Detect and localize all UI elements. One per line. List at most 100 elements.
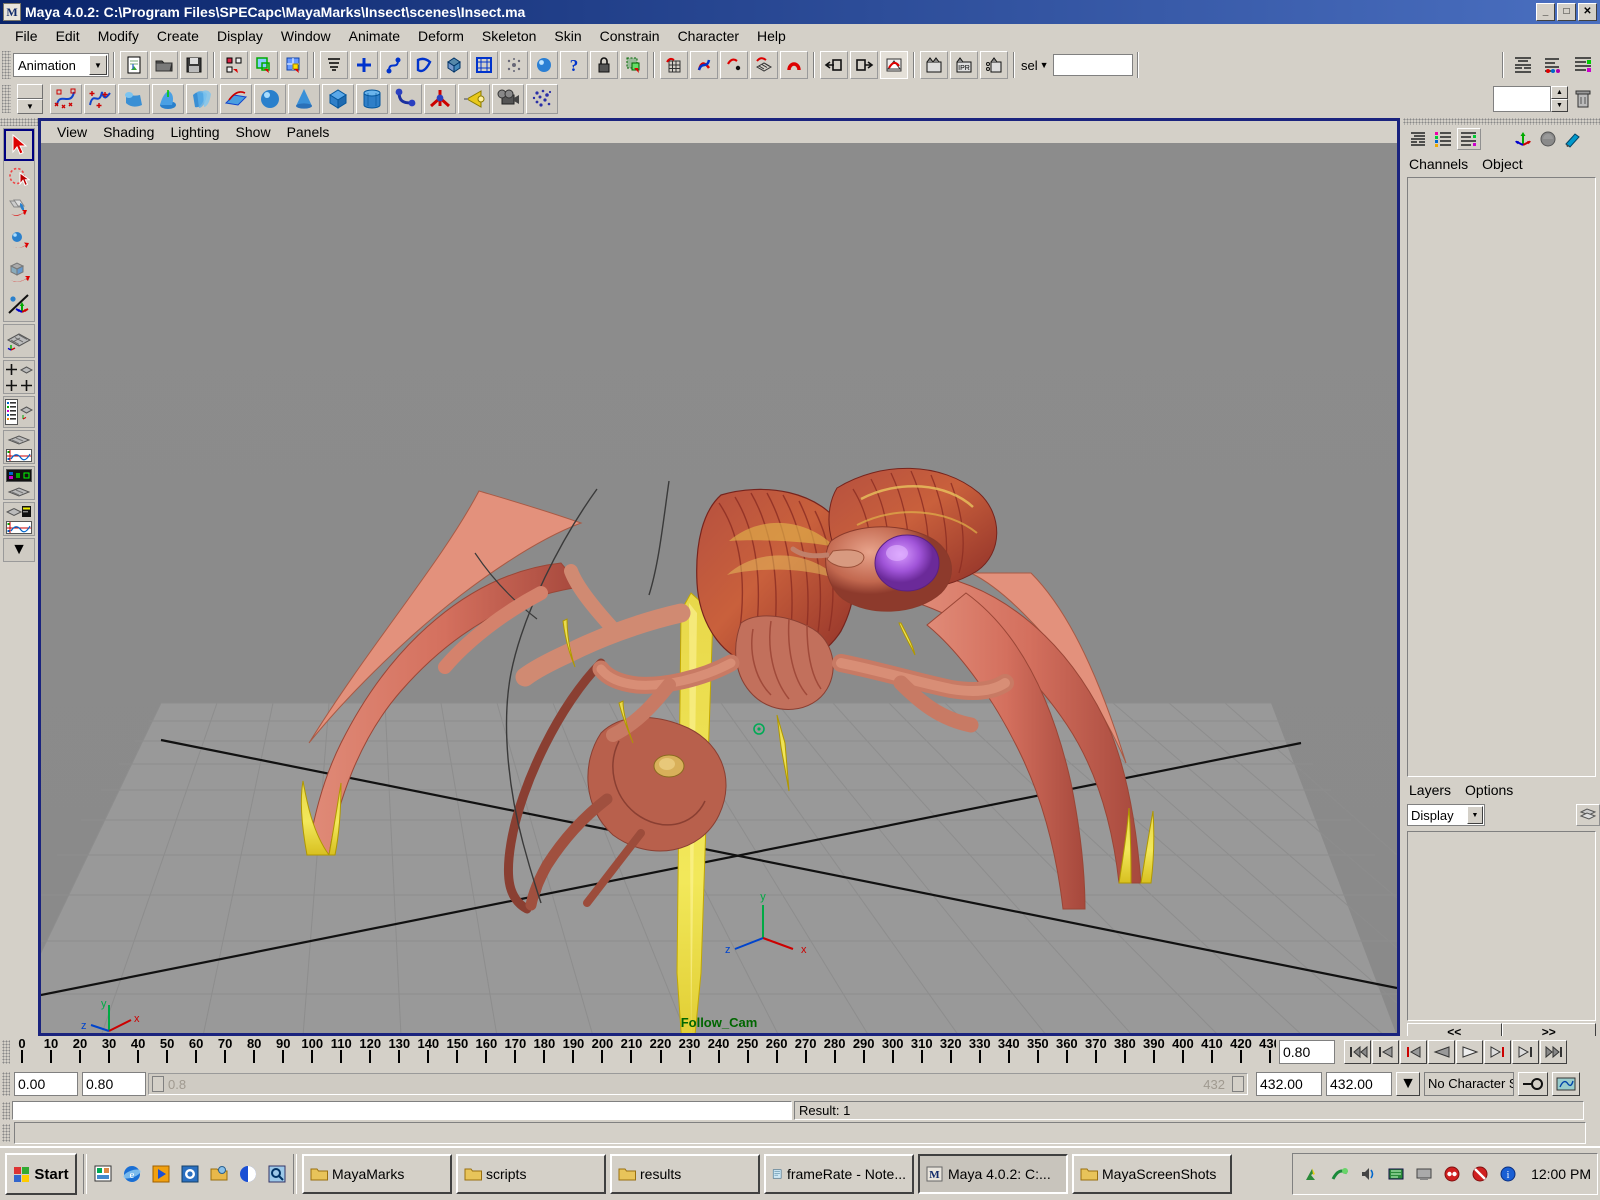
single-perspective-layout[interactable] <box>4 325 34 357</box>
chevron-down-icon[interactable]: ▼ <box>4 539 34 561</box>
lock-icon[interactable] <box>590 51 618 79</box>
tray-f-icon[interactable] <box>1439 1161 1465 1187</box>
shelf-gripper[interactable] <box>2 85 11 113</box>
internet-explorer-icon[interactable]: e <box>119 1161 145 1187</box>
anim-start-field[interactable]: 0.00 <box>14 1072 78 1096</box>
viewport-3d[interactable]: y x z y x z Follow_Cam <box>41 143 1397 1033</box>
explorer-icon[interactable] <box>206 1161 232 1187</box>
shelf-menu-icon[interactable]: ▼ <box>17 99 43 114</box>
channel-tab-object[interactable]: Object <box>1482 156 1522 172</box>
nurbs-ep-curve-icon[interactable] <box>84 84 116 114</box>
range-start-handle[interactable] <box>152 1076 164 1092</box>
tray-g-icon[interactable] <box>1467 1161 1493 1187</box>
menu-item-skeleton[interactable]: Skeleton <box>473 26 545 46</box>
toolbox-layout-single[interactable] <box>3 324 35 358</box>
nurbs-cone-icon[interactable] <box>288 84 320 114</box>
task-button-mayascreenshots[interactable]: MayaScreenShots <box>1072 1154 1232 1194</box>
no-manipulator-icon[interactable] <box>1536 128 1560 150</box>
tray-c-icon[interactable] <box>1355 1161 1381 1187</box>
help-question-icon[interactable]: ? <box>560 51 588 79</box>
menuset-selector[interactable]: Animation ▼ <box>13 53 109 77</box>
layer-tab-layers[interactable]: Layers <box>1409 782 1451 798</box>
extrude-icon[interactable] <box>186 84 218 114</box>
layer-mode-selector[interactable]: Display ▼ <box>1407 804 1485 826</box>
task-button-maya[interactable]: M Maya 4.0.2: C:... <box>918 1154 1068 1194</box>
outlook-icon[interactable] <box>177 1161 203 1187</box>
snap-to-curves-icon[interactable] <box>690 51 718 79</box>
particle-emitter-icon[interactable] <box>526 84 558 114</box>
trash-icon[interactable] <box>1569 85 1597 113</box>
channel-tab-channels[interactable]: Channels <box>1409 156 1468 172</box>
time-slider-ruler[interactable]: 0102030405060708090100110120130140150160… <box>14 1036 1276 1068</box>
start-button[interactable]: Start <box>5 1153 77 1195</box>
tray-h-icon[interactable]: i <box>1495 1161 1521 1187</box>
menu-item-animate[interactable]: Animate <box>340 26 409 46</box>
four-view-top-right-icon[interactable] <box>19 361 34 377</box>
toolbox-layout-persp-outliner-graph[interactable] <box>3 502 35 536</box>
right-panel-gripper[interactable] <box>1403 118 1600 125</box>
input-connections-icon[interactable] <box>820 51 848 79</box>
attribute-editor-icon[interactable] <box>1432 128 1456 150</box>
play-forwards-icon[interactable] <box>1456 1040 1483 1064</box>
current-time-field[interactable]: 0.80 <box>1279 1040 1335 1064</box>
go-to-start-icon[interactable] <box>1344 1040 1371 1064</box>
command-line-gripper[interactable] <box>2 1102 10 1120</box>
character-set-dropdown-icon[interactable]: ▼ <box>1396 1072 1420 1096</box>
toolbox-layout-persp-graph[interactable] <box>3 430 35 464</box>
menu-item-deform[interactable]: Deform <box>409 26 473 46</box>
maximize-button[interactable]: □ <box>1557 3 1576 21</box>
snap-to-magnet-icon[interactable] <box>780 51 808 79</box>
playback-end-field[interactable]: 432.00 <box>1326 1072 1392 1096</box>
move-tool[interactable] <box>4 193 34 225</box>
poly-cube-icon[interactable] <box>322 84 354 114</box>
anim-end-field[interactable]: 0.80 <box>82 1072 146 1096</box>
range-end-handle[interactable] <box>1232 1076 1244 1092</box>
menu-item-constrain[interactable]: Constrain <box>591 26 669 46</box>
show-manipulator-icon[interactable] <box>1511 128 1535 150</box>
camera-icon[interactable] <box>492 84 524 114</box>
viewport-menu-show[interactable]: Show <box>228 123 279 141</box>
isolate-select-icon[interactable] <box>440 51 468 79</box>
render-globals-icon[interactable] <box>980 51 1008 79</box>
viewport-menu-view[interactable]: View <box>49 123 95 141</box>
universal-manipulator-tool[interactable] <box>4 289 34 321</box>
shelf-value-field[interactable] <box>1493 86 1551 112</box>
poly-cylinder-icon[interactable] <box>356 84 388 114</box>
toolbar-gripper[interactable] <box>2 51 11 79</box>
search-icon[interactable] <box>264 1161 290 1187</box>
task-button-framerate-notepad[interactable]: frameRate - Note... <box>764 1154 914 1194</box>
scale-tool[interactable] <box>4 257 34 289</box>
persp-bottom-icon[interactable] <box>4 483 34 499</box>
four-view-bottom-right-icon[interactable] <box>19 377 34 393</box>
shelf-spinner[interactable]: ▲ ▼ <box>1551 86 1568 112</box>
select-tool[interactable] <box>4 129 34 161</box>
tray-a-icon[interactable] <box>1299 1161 1325 1187</box>
particle-render-icon[interactable] <box>500 51 528 79</box>
planar-surface-icon[interactable] <box>220 84 252 114</box>
channel-box-body[interactable] <box>1407 177 1596 777</box>
msn-icon[interactable] <box>235 1161 261 1187</box>
new-layer-icon[interactable] <box>1576 804 1600 826</box>
menu-item-file[interactable]: File <box>6 26 47 46</box>
chevron-down-icon[interactable]: ▼ <box>1040 60 1049 70</box>
nurbs-cv-curve-icon[interactable] <box>50 84 82 114</box>
persp-top-icon[interactable] <box>4 431 34 447</box>
toolbox-layout-four[interactable] <box>3 360 35 394</box>
menu-item-skin[interactable]: Skin <box>545 26 590 46</box>
chevron-down-icon[interactable]: ▼ <box>89 55 107 75</box>
shelf-tab-button[interactable] <box>17 84 43 99</box>
revolve-icon[interactable] <box>118 84 150 114</box>
persp-panel-icon[interactable] <box>19 397 34 427</box>
tool-settings-icon[interactable] <box>1457 128 1481 150</box>
render-current-frame-icon[interactable] <box>920 51 948 79</box>
construction-plane-icon[interactable] <box>470 51 498 79</box>
snap-to-curve-icon[interactable] <box>380 51 408 79</box>
animation-preferences-icon[interactable] <box>1552 1072 1580 1096</box>
ipr-render-icon[interactable]: IPR <box>950 51 978 79</box>
lasso-select-tool[interactable] <box>4 161 34 193</box>
open-scene-icon[interactable] <box>150 51 178 79</box>
select-by-object-icon[interactable] <box>250 51 278 79</box>
selection-mask-menu-icon[interactable] <box>320 51 348 79</box>
snap-to-grid-icon[interactable] <box>660 51 688 79</box>
snap-to-points-icon[interactable] <box>720 51 748 79</box>
